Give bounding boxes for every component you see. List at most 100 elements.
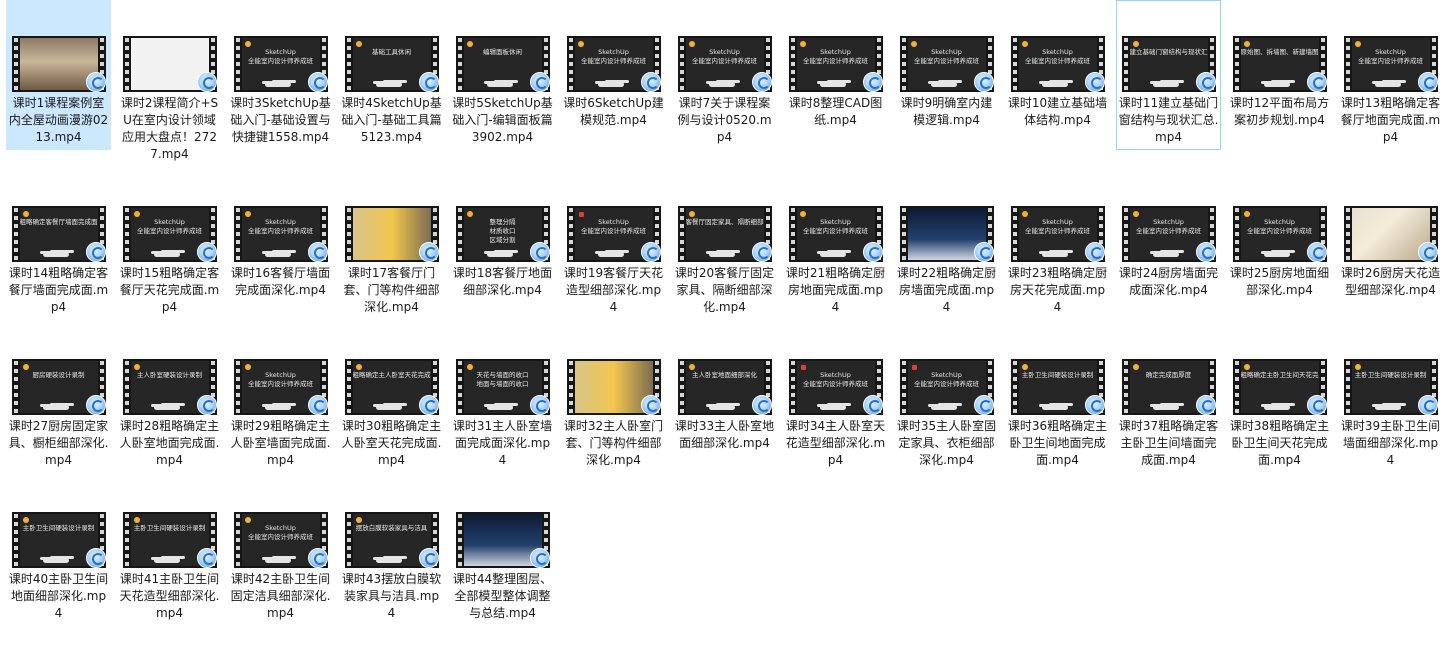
file-item[interactable]: 建立基础门窗结构与现状汇总 课时11建立基础门窗结构与现状汇总.mp4 xyxy=(1116,0,1221,150)
cloud-icon xyxy=(1041,82,1068,87)
film-strip-left-icon xyxy=(1343,36,1352,92)
file-item[interactable]: SketchUp 全能室内设计师养成班 课时10建立基础墙体结构.mp4 xyxy=(1005,0,1110,150)
file-item[interactable]: 主人卧室地面细部深化课时33主人卧室地面细部深化.mp4 xyxy=(672,323,777,473)
file-item[interactable]: 主卧卫生间硬装设计录制 课时40主卧卫生间地面细部深化.mp4 xyxy=(6,476,111,626)
video-overlay-icon xyxy=(751,395,772,415)
file-item[interactable]: SketchUp 全能室内设计师养成班 课时8整理CAD图纸.mp4 xyxy=(783,0,888,150)
file-name: 课时35主人卧室固定家具、衣柜细部深化.mp4 xyxy=(896,419,997,467)
thumbnail-caption-line: 全能室内设计师养成班 xyxy=(581,57,646,65)
thumbnail-caption-line: 全能室内设计师养成班 xyxy=(803,57,868,65)
video-thumbnail: 主人卧室地面细部深化 xyxy=(677,359,772,415)
file-item[interactable]: SketchUp 全能室内设计师养成班 课时13粗略确定客餐厅地面完成面.mp4 xyxy=(1338,0,1443,150)
film-strip-left-icon xyxy=(1010,359,1019,415)
file-item[interactable]: 课时26厨房天花造型细部深化.mp4 xyxy=(1338,170,1443,320)
file-name: 课时42主卧卫生间固定洁具细部深化.mp4 xyxy=(230,572,331,620)
file-item[interactable]: 粗略确定主人卧室天花完成面 课时30粗略确定主人卧室天花完成面.mp4 xyxy=(339,323,444,473)
thumbnail-caption-line: SketchUp xyxy=(709,48,740,56)
cloud-icon xyxy=(42,558,69,563)
cloud-icon xyxy=(1152,252,1179,257)
thumbnail-caption-line: 材质收口 xyxy=(489,227,516,235)
sun-icon xyxy=(244,364,251,370)
file-item[interactable]: 厨房硬装设计录制 课时27厨房固定家具、橱柜细部深化.mp4 xyxy=(6,323,111,473)
file-item[interactable]: 确定完成面厚度 课时37粗略确定客主卧卫生间墙面完成面.mp4 xyxy=(1116,323,1221,473)
sun-icon xyxy=(1132,211,1139,217)
file-item[interactable]: SketchUp 全能室内设计师养成班 课时21粗略确定厨房地面完成面.mp4 xyxy=(783,170,888,320)
film-strip-left-icon xyxy=(1010,206,1019,262)
thumbnail-caption-line: 主人卧室硬装设计录制 xyxy=(137,371,202,379)
file-item[interactable]: 课时17客餐厅门套、门等构件细部深化.mp4 xyxy=(339,170,444,320)
sun-icon xyxy=(1243,364,1250,370)
file-item[interactable]: 课时2课程简介+SU在室内设计领域应用大盘点！2727.mp4 xyxy=(117,0,222,161)
thumbnail-caption: 客餐厅固定家具、隔断细部深化 xyxy=(686,218,764,227)
file-item[interactable]: SketchUp 全能室内设计师养成班 课时6SketchUp建模规范.mp4 xyxy=(561,0,666,150)
file-item[interactable]: 原始图、拆墙图、新建墙图 课时12平面布局方案初步规划.mp4 xyxy=(1227,0,1332,150)
file-item[interactable]: SketchUp 全能室内设计师养成班 课时19客餐厅天花造型细部深化.mp4 xyxy=(561,170,666,320)
video-overlay-icon xyxy=(307,72,328,92)
file-item[interactable]: SketchUp 全能室内设计师养成班 课时16客餐厅墙面完成面深化.mp4 xyxy=(228,170,333,320)
file-item[interactable]: 课时32主人卧室门套、门等构件细部深化.mp4 xyxy=(561,323,666,473)
file-item[interactable]: 主卧卫生间硬装设计录制 课时41主卧卫生间天花造型细部深化.mp4 xyxy=(117,476,222,626)
file-item[interactable]: 天花与墙面的收口 地面与墙面的收口 课时31主人卧室墙面完成面深化.mp4 xyxy=(450,323,555,473)
film-strip-left-icon xyxy=(233,206,242,262)
file-item[interactable]: SketchUp 全能室内设计师养成班 课时3SketchUp基础入门-基础设置与快… xyxy=(228,0,333,150)
file-item[interactable]: 课时44整理图层、全部模型整体调整与总结.mp4 xyxy=(450,476,555,626)
cloud-icon xyxy=(486,252,513,257)
file-item[interactable]: 课时1课程案例室内全屋动画漫游0213.mp4 xyxy=(6,0,111,150)
video-thumbnail xyxy=(1343,206,1438,262)
thumbnail-caption: SketchUp 全能室内设计师养成班 xyxy=(242,524,320,542)
file-item[interactable]: 整理分隔 材质收口 区域分割 课时18客餐厅地面细部深化.mp4 xyxy=(450,170,555,320)
file-name: 课时29粗略确定主人卧室墙面完成面.mp4 xyxy=(230,419,331,467)
file-item[interactable]: 摆放白膜软装家具与洁具 课时43摆放白膜软装家具与洁具.mp4 xyxy=(339,476,444,626)
file-item[interactable]: SketchUp 全能室内设计师养成班 课时35主人卧室固定家具、衣柜细部深化.mp… xyxy=(894,323,999,473)
file-name: 课时17客餐厅门套、门等构件细部深化.mp4 xyxy=(343,266,440,314)
video-overlay-icon xyxy=(529,548,550,568)
video-overlay-icon xyxy=(196,548,217,568)
file-item[interactable]: SketchUp 全能室内设计师养成班 课时25厨房地面细部深化.mp4 xyxy=(1227,170,1332,320)
video-overlay-icon xyxy=(196,72,217,92)
sun-icon xyxy=(799,211,806,217)
video-overlay-icon xyxy=(1306,72,1327,92)
thumbnail-caption-line: 主卧卫生间硬装设计录制 xyxy=(22,524,95,532)
file-item[interactable]: 编辑面板休闲 课时5SketchUp基础入门-编辑面板篇3902.mp4 xyxy=(450,0,555,150)
video-thumbnail xyxy=(455,512,550,568)
file-item[interactable]: 主人卧室硬装设计录制 课时28粗略确定主人卧室地面完成面.mp4 xyxy=(117,323,222,473)
cloud-icon xyxy=(930,82,957,87)
file-name: 课时4SketchUp基础入门-基础工具篇5123.mp4 xyxy=(341,96,442,144)
file-name: 课时21粗略确定厨房地面完成面.mp4 xyxy=(785,266,886,314)
file-item[interactable]: SketchUp 全能室内设计师养成班 课时34主人卧室天花造型细部深化.mp4 xyxy=(783,323,888,473)
file-name: 课时33主人卧室地面细部深化.mp4 xyxy=(674,419,775,450)
thumbnail-caption-line: 全能室内设计师养成班 xyxy=(803,227,868,235)
file-item[interactable]: 客餐厅固定家具、隔断细部深化课时20客餐厅固定家具、隔断细部深化.mp4 xyxy=(672,170,777,320)
film-strip-left-icon xyxy=(566,36,575,92)
file-item[interactable]: SketchUp 全能室内设计师养成班 课时9明确室内建模逻辑.mp4 xyxy=(894,0,999,150)
file-name: 课时24厨房墙面完成面深化.mp4 xyxy=(1118,266,1219,297)
cloud-icon xyxy=(1152,405,1179,410)
file-item[interactable]: SketchUp 全能室内设计师养成班 课时24厨房墙面完成面深化.mp4 xyxy=(1116,170,1221,320)
file-item[interactable]: 粗略确定客餐厅墙面完成面 课时14粗略确定客餐厅墙面完成面.mp4 xyxy=(6,170,111,320)
file-item[interactable]: 粗略确定主卧卫生间天花完成面课时38粗略确定主卧卫生间天花完成面.mp4 xyxy=(1227,323,1332,473)
video-thumbnail xyxy=(11,36,106,92)
file-item[interactable]: SketchUp 全能室内设计师养成班 课时23粗略确定厨房天花完成面.mp4 xyxy=(1005,170,1110,320)
file-item[interactable]: 课时22粗略确定厨房墙面完成面.mp4 xyxy=(894,170,999,320)
file-name: 课时15粗略确定客餐厅天花完成面.mp4 xyxy=(119,266,220,314)
file-item[interactable]: SketchUp 全能室内设计师养成班 课时29粗略确定主人卧室墙面完成面.mp4 xyxy=(228,323,333,473)
file-item[interactable]: 主卧卫生间硬装设计录制 课时39主卧卫生间墙面细部深化.mp4 xyxy=(1338,323,1443,473)
file-name: 课时25厨房地面细部深化.mp4 xyxy=(1229,266,1330,297)
file-item[interactable]: SketchUp 全能室内设计师养成班 课时7关于课程案例与设计0520.mp4 xyxy=(672,0,777,150)
video-overlay-icon xyxy=(418,395,439,415)
file-item[interactable]: 基础工具休闲课时4SketchUp基础入门-基础工具篇5123.mp4 xyxy=(339,0,444,150)
thumbnail-caption-line: 基础工具休闲 xyxy=(372,48,411,56)
sun-icon xyxy=(1132,364,1139,370)
thumbnail-caption: 原始图、拆墙图、新建墙图 xyxy=(1241,48,1319,57)
video-overlay-icon xyxy=(973,242,994,262)
file-grid: 课时1课程案例室内全屋动画漫游0213.mp4 课时2课程简介+SU在室内设计领域… xyxy=(0,0,1451,657)
file-item[interactable]: SketchUp 全能室内设计师养成班 课时15粗略确定客餐厅天花完成面.mp4 xyxy=(117,170,222,320)
video-overlay-icon xyxy=(640,395,661,415)
sun-icon xyxy=(577,41,584,47)
file-item[interactable]: 主卧卫生间硬装设计录制 课时36粗略确定主卧卫生间地面完成面.mp4 xyxy=(1005,323,1110,473)
file-item[interactable]: SketchUp 全能室内设计师养成班课时42主卧卫生间固定洁具细部深化.mp4 xyxy=(228,476,333,626)
film-strip-left-icon xyxy=(1121,36,1130,92)
video-thumbnail: SketchUp 全能室内设计师养成班 xyxy=(122,206,217,262)
video-thumbnail: 厨房硬装设计录制 xyxy=(11,359,106,415)
video-overlay-icon xyxy=(529,72,550,92)
